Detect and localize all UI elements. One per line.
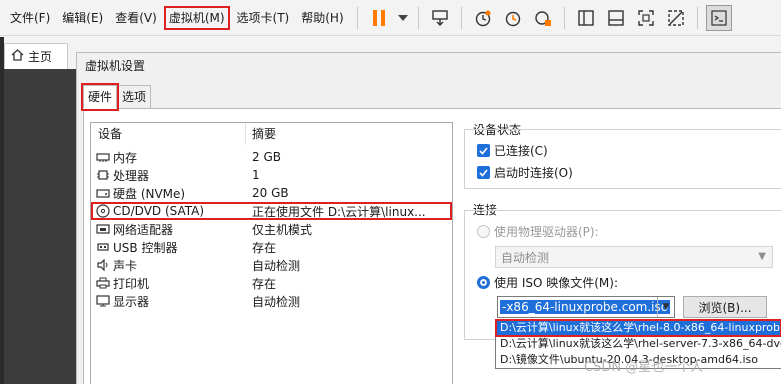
device-name: 处理器 (113, 168, 150, 183)
snapshot-icon[interactable] (470, 5, 496, 31)
device-summary: 存在 (252, 240, 277, 255)
device-row-processor[interactable]: 处理器 1 (91, 166, 452, 184)
device-row-hard-disk[interactable]: 硬盘 (NVMe) 20 GB (91, 184, 452, 202)
device-name: 声卡 (113, 258, 138, 273)
toolbar-divider (417, 6, 419, 29)
pause-icon[interactable] (366, 5, 392, 31)
device-row-cd-dvd[interactable]: CD/DVD (SATA) 正在使用文件 D:\云计算\linux... (91, 202, 452, 220)
cd-dvd-icon (96, 204, 110, 218)
device-summary: 仅主机模式 (252, 222, 313, 237)
device-row-printer[interactable]: 打印机 存在 (91, 274, 452, 292)
sidebar-toggle-icon[interactable] (573, 5, 599, 31)
dialog-title: 虚拟机设置 (85, 59, 146, 73)
device-summary: 2 GB (252, 150, 281, 164)
device-list-header: 设备 摘要 (91, 123, 452, 145)
fullscreen-icon[interactable] (633, 5, 659, 31)
connect-at-power-on-checkbox[interactable]: 启动时连接(O) (477, 164, 573, 181)
manage-snapshots-icon[interactable] (530, 5, 556, 31)
device-name: CD/DVD (SATA) (113, 204, 205, 218)
network-adapter-icon (96, 223, 110, 235)
checkmark-icon (477, 144, 490, 157)
device-summary: 正在使用文件 D:\云计算\linux... (252, 204, 426, 219)
device-name: 显示器 (113, 294, 150, 309)
iso-path-combobox[interactable]: -x86_64-linuxprobe.com.iso ▼ (497, 296, 675, 318)
menu-edit[interactable]: 编辑(E) (57, 6, 108, 30)
tab-options[interactable]: 选项 (117, 85, 152, 109)
device-row-display[interactable]: 显示器 自动检测 (91, 292, 452, 310)
watermark: CSDN @星也一个人 (584, 360, 704, 375)
printer-icon (96, 277, 110, 289)
physical-drive-label: 使用物理驱动器(P): (494, 225, 599, 239)
terminal-icon[interactable] (705, 4, 732, 31)
device-name: USB 控制器 (113, 240, 178, 255)
device-row-network-adapter[interactable]: 网络适配器 仅主机模式 (91, 220, 452, 238)
tab-home[interactable]: 主页 (4, 43, 68, 69)
physical-drive-radio[interactable]: 使用物理驱动器(P): (477, 223, 599, 240)
vm-settings-dialog: 虚拟机设置 硬件 选项 设备 摘要 内存 2 GB 处理器 1 硬盘 (NVMe… (76, 52, 781, 384)
menu-tabs[interactable]: 选项卡(T) (232, 6, 295, 30)
dropdown-arrow-icon[interactable] (396, 5, 410, 31)
physical-drive-value: 自动检测 (501, 250, 550, 265)
connect-at-power-on-label: 启动时连接(O) (494, 166, 573, 180)
physical-drive-select[interactable]: 自动检测 ▼ (495, 246, 773, 268)
dialog-tabs: 硬件 选项 (80, 83, 152, 111)
iso-image-radio[interactable]: 使用 ISO 映像文件(M): (477, 274, 618, 291)
checkmark-icon (477, 166, 490, 179)
toolbar-divider (356, 6, 358, 29)
column-summary[interactable]: 摘要 (246, 123, 276, 145)
browse-button[interactable]: 浏览(B)... (683, 296, 767, 318)
dropdown-option[interactable]: D:\云计算\linux就该这么学\rhel-server-7.3-x86_64… (496, 336, 781, 352)
menu-vm[interactable]: 虚拟机(M) (163, 5, 230, 30)
toolbar-divider (563, 6, 565, 29)
device-list[interactable]: 设备 摘要 内存 2 GB 处理器 1 硬盘 (NVMe) 20 GB CD/D… (90, 122, 453, 384)
radio-checked-icon (477, 276, 490, 289)
device-name: 网络适配器 (113, 222, 174, 237)
device-name: 打印机 (113, 276, 150, 291)
unity-icon[interactable] (663, 5, 689, 31)
chevron-down-icon: ▼ (758, 251, 766, 262)
dropdown-option[interactable]: D:\云计算\linux就该这么学\rhel-8.0-x86_64-linuxp… (495, 319, 781, 337)
device-summary: 自动检测 (252, 294, 301, 309)
toolbar-divider (696, 6, 698, 29)
vm-view-background (4, 69, 76, 384)
device-summary: 自动检测 (252, 258, 301, 273)
menu-view[interactable]: 查看(V) (110, 6, 162, 30)
cpu-icon (96, 169, 110, 181)
device-row-sound-card[interactable]: 声卡 自动检测 (91, 256, 452, 274)
device-summary: 20 GB (252, 186, 289, 200)
device-row-usb-controller[interactable]: USB 控制器 存在 (91, 238, 452, 256)
revert-snapshot-icon[interactable] (500, 5, 526, 31)
memory-icon (96, 151, 110, 163)
iso-image-label: 使用 ISO 映像文件(M): (494, 276, 618, 290)
display-icon (96, 295, 110, 307)
toolbar-divider (460, 6, 462, 29)
home-icon (11, 49, 24, 64)
console-view-icon[interactable] (603, 5, 629, 31)
column-device[interactable]: 设备 (91, 123, 246, 145)
menu-help[interactable]: 帮助(H) (296, 6, 348, 30)
usb-icon (96, 241, 110, 253)
radio-unchecked-icon (477, 225, 490, 238)
tab-home-label: 主页 (28, 50, 53, 64)
menu-file[interactable]: 文件(F) (5, 6, 55, 30)
connected-checkbox[interactable]: 已连接(C) (477, 142, 548, 159)
menu-bar: 文件(F) 编辑(E) 查看(V) 虚拟机(M) 选项卡(T) 帮助(H) (0, 0, 781, 36)
chevron-down-icon[interactable]: ▼ (657, 297, 674, 317)
device-name: 内存 (113, 150, 138, 165)
send-keys-icon[interactable] (427, 5, 453, 31)
sound-card-icon (96, 259, 110, 271)
device-summary: 存在 (252, 276, 277, 291)
tab-hardware[interactable]: 硬件 (80, 83, 120, 111)
iso-path-value: -x86_64-linuxprobe.com.iso (500, 300, 671, 314)
device-name: 硬盘 (NVMe) (113, 186, 186, 201)
device-summary: 1 (252, 168, 260, 182)
connected-label: 已连接(C) (494, 144, 548, 158)
device-row-memory[interactable]: 内存 2 GB (91, 148, 452, 166)
hard-disk-icon (96, 187, 110, 199)
